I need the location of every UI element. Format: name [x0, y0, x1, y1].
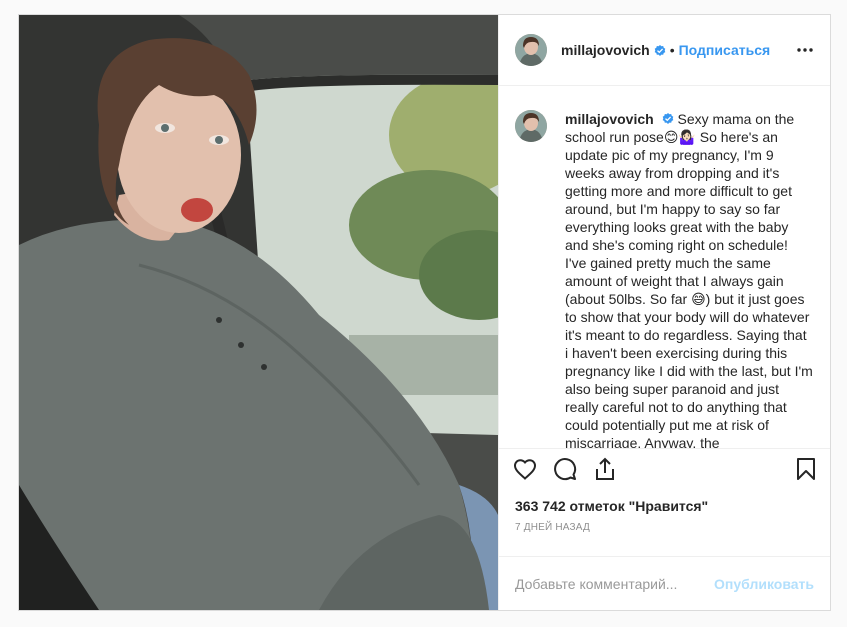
post-photo[interactable]: [19, 15, 498, 610]
caption-avatar[interactable]: [515, 110, 547, 142]
publish-button[interactable]: Опубликовать: [714, 576, 814, 592]
caption-row: millajovovich Sexy mama on the school ru…: [515, 110, 814, 448]
photo-image: [19, 15, 498, 610]
more-options-icon[interactable]: [796, 41, 814, 59]
separator-dot: •: [669, 42, 675, 58]
action-bar: [499, 448, 830, 488]
verified-badge-icon: [662, 111, 674, 124]
caption-body: Sexy mama on the school run pose😊🤷🏻‍♀️ S…: [565, 111, 813, 448]
instagram-post: millajovovich • Подписаться millajovovic…: [18, 14, 831, 611]
caption-username[interactable]: millajovovich: [565, 111, 654, 127]
share-icon[interactable]: [593, 457, 617, 481]
heart-icon[interactable]: [513, 457, 537, 481]
bookmark-icon[interactable]: [794, 457, 818, 481]
verified-badge-icon: [654, 44, 666, 56]
avatar-image: [515, 110, 547, 142]
avatar[interactable]: [515, 34, 547, 66]
add-comment-section: Опубликовать: [499, 556, 830, 610]
avatar-image: [515, 34, 547, 66]
header-username[interactable]: millajovovich: [561, 42, 650, 58]
caption-text: millajovovich Sexy mama on the school ru…: [565, 110, 813, 448]
comment-input[interactable]: [515, 575, 715, 592]
post-timestamp[interactable]: 7 дней назад: [499, 516, 830, 550]
follow-button[interactable]: Подписаться: [679, 42, 771, 58]
post-header: millajovovich • Подписаться: [499, 15, 830, 86]
comments-area[interactable]: millajovovich Sexy mama on the school ru…: [499, 86, 830, 448]
comment-icon[interactable]: [553, 457, 577, 481]
post-sidebar: millajovovich • Подписаться millajovovic…: [498, 15, 830, 610]
likes-count[interactable]: 363 742 отметок "Нравится": [499, 488, 830, 516]
